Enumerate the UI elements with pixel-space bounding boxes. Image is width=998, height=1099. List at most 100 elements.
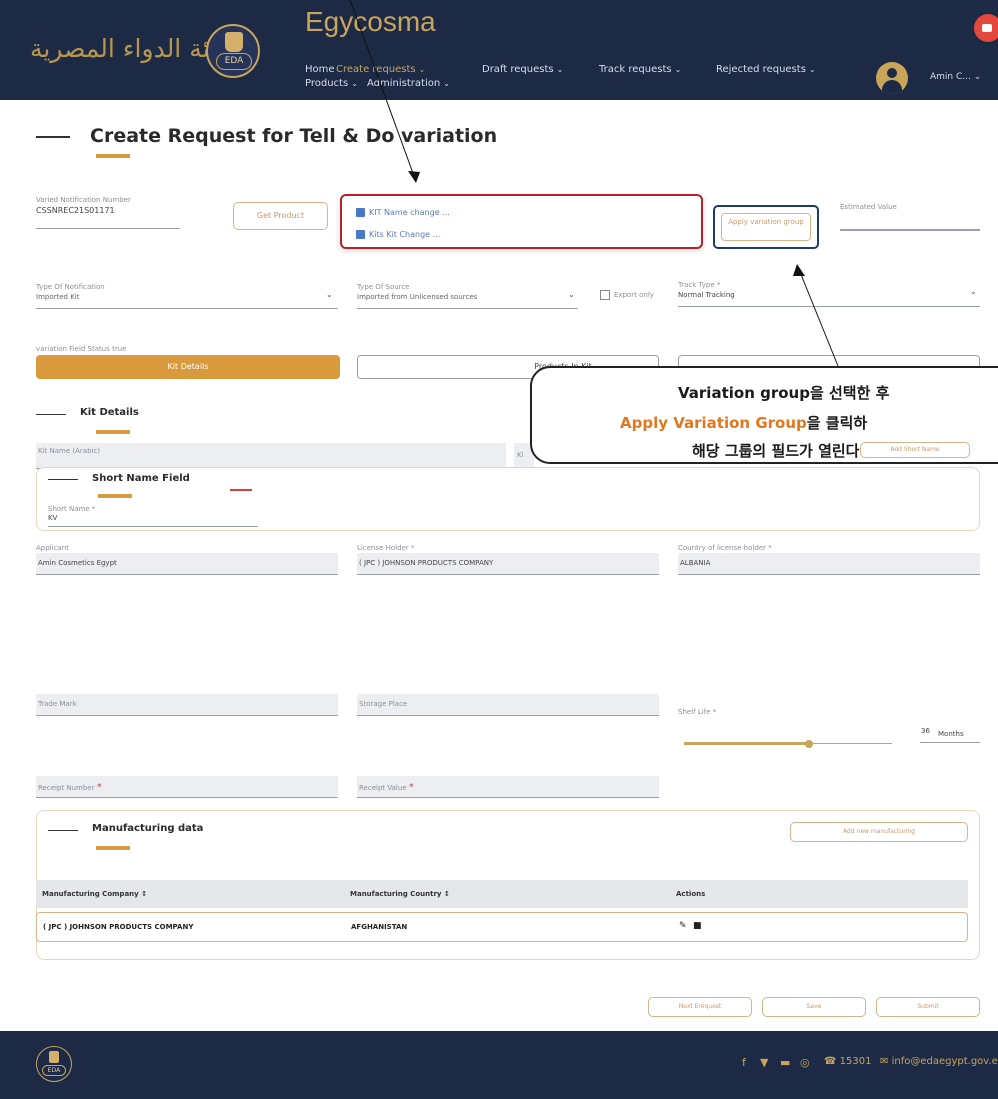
notification-badge	[982, 24, 992, 32]
shelf-life-unit: Months	[938, 730, 964, 738]
variation-status-label: variation Field Status true	[36, 345, 127, 353]
user-avatar-icon[interactable]	[876, 62, 908, 94]
title-decor-line	[36, 136, 70, 138]
country-value: ALBANIA	[680, 559, 711, 567]
app-title: Egycosma	[305, 6, 436, 37]
chevron-down-icon: ⌄	[443, 79, 450, 88]
track-type-select[interactable]	[678, 306, 980, 307]
nav-draft-requests[interactable]: Draft requests ⌄	[482, 64, 563, 75]
kit-details-title: Kit Details	[80, 407, 139, 418]
get-product-button[interactable]: Get Product	[233, 202, 328, 230]
applicant-field: Amin Cosmetics Egypt	[36, 553, 338, 575]
checkbox-checked-icon	[356, 208, 365, 217]
receipt-number-field[interactable]: Receipt Number *	[36, 776, 338, 798]
variation-option-kit-name[interactable]: KIT Name change ...	[356, 208, 450, 217]
nav-administration[interactable]: Administration ⌄	[367, 78, 450, 89]
manufacturing-decor-line	[48, 830, 78, 831]
storage-place-label: Storage Place	[359, 700, 408, 708]
kit-details-underline	[96, 430, 130, 434]
shelf-life-underline	[920, 742, 980, 743]
estimated-value-field[interactable]	[840, 200, 980, 230]
title-underline	[96, 154, 130, 158]
next-erequest-button[interactable]: Next Erequest	[648, 997, 752, 1017]
chevron-down-icon: ⌄	[351, 79, 358, 88]
table-row: ( JPC ) JOHNSON PRODUCTS COMPANY AFGHANI…	[36, 912, 968, 942]
receipt-value-label: Receipt Value *	[359, 782, 414, 793]
chevron-down-icon: ⌄	[674, 65, 682, 74]
storage-place-field[interactable]: Storage Place	[357, 694, 659, 716]
chevron-down-icon: ⌄	[970, 287, 977, 296]
chevron-down-icon: ⌄	[326, 290, 333, 299]
export-only-label: Export only	[614, 291, 654, 299]
estimated-value-underline	[840, 230, 980, 231]
license-holder-field[interactable]: ( JPC ) JOHNSON PRODUCTS COMPANY	[357, 553, 659, 575]
callout-line-2: Apply Variation Group을 클릭하	[620, 414, 868, 432]
notification-number-value: CSSNREC21S01171	[36, 206, 115, 215]
facebook-icon[interactable]: f	[742, 1056, 746, 1069]
kit-name-field[interactable]: Kit Name (Arabic)	[36, 443, 506, 469]
apply-variation-group-button[interactable]: Apply variation group	[721, 213, 811, 241]
twitter-icon[interactable]: ▼	[760, 1056, 768, 1069]
source-value: Imported from Unlicensed sources	[357, 293, 478, 301]
notification-number-underline	[36, 228, 180, 229]
chevron-down-icon: ⌄	[418, 65, 426, 74]
short-name-input[interactable]	[48, 526, 258, 527]
eda-emblem-logo: EDA	[206, 24, 260, 78]
column-header-country[interactable]: Manufacturing Country ↕	[350, 890, 450, 898]
youtube-icon[interactable]: ▬	[780, 1056, 790, 1069]
save-button[interactable]: Save	[762, 997, 866, 1017]
license-holder-label: License Holder *	[357, 544, 415, 552]
shelf-life-label: Shelf Life *	[678, 708, 717, 716]
type-of-notification-select[interactable]	[36, 308, 338, 309]
track-type-label: Track Type *	[678, 281, 721, 289]
column-header-company[interactable]: Manufacturing Company ↕	[42, 890, 147, 898]
variation-option-kits-change[interactable]: Kits Kit Change ...	[356, 230, 440, 239]
manufacturing-company-cell: ( JPC ) JOHNSON PRODUCTS COMPANY	[43, 923, 194, 931]
eagle-icon	[49, 1051, 59, 1063]
country-field[interactable]: ALBANIA	[678, 553, 980, 575]
type-of-notification-label: Type Of Notification	[36, 283, 105, 291]
export-only-checkbox[interactable]	[600, 290, 610, 300]
type-of-notification-value: Imported Kit	[36, 293, 80, 301]
user-menu[interactable]: Amin C... ⌄	[930, 72, 981, 82]
chevron-down-icon: ⌄	[556, 65, 564, 74]
apply-variation-highlight: Apply variation group	[713, 205, 819, 249]
eagle-icon	[225, 32, 243, 52]
applicant-label: Applicant	[36, 544, 69, 552]
country-label: Country of license holder *	[678, 544, 772, 552]
kit-name-en-label: Ki	[517, 451, 524, 459]
nav-track-requests[interactable]: Track requests ⌄	[599, 64, 681, 75]
shelf-life-value[interactable]: 36	[921, 727, 930, 735]
delete-icon[interactable]: ■	[693, 921, 702, 931]
page-title: Create Request for Tell & Do variation	[90, 125, 498, 147]
shelf-life-slider-handle[interactable]	[805, 740, 813, 748]
receipt-value-field[interactable]: Receipt Value *	[357, 776, 659, 798]
short-name-error-mark	[230, 489, 252, 491]
short-name-decor-line	[48, 479, 78, 480]
short-name-underline	[98, 494, 132, 498]
add-new-manufacturing-button[interactable]: Add new manufacturing	[790, 822, 968, 842]
receipt-number-label: Receipt Number *	[38, 782, 102, 793]
notification-bell-icon[interactable]	[974, 14, 998, 42]
source-select[interactable]	[357, 308, 578, 309]
add-short-name-button[interactable]: Add Short Name	[860, 442, 970, 458]
checkbox-checked-icon	[356, 230, 365, 239]
email-contact[interactable]: ✉ info@edaegypt.gov.eg	[880, 1056, 998, 1067]
kit-details-button[interactable]: Kit Details	[36, 355, 340, 379]
source-label: Type Of Source	[357, 283, 410, 291]
manufacturing-underline	[96, 846, 130, 850]
instagram-icon[interactable]: ◎	[800, 1056, 810, 1069]
nav-create-requests[interactable]: Create requests ⌄	[336, 64, 425, 75]
phone-contact[interactable]: ☎ 15301	[824, 1056, 871, 1067]
submit-button[interactable]: Submit	[876, 997, 980, 1017]
nav-home[interactable]: Home	[305, 64, 335, 75]
callout-line-1: Variation group을 선택한 후	[678, 384, 890, 402]
manufacturing-country-cell: AFGHANISTAN	[351, 923, 408, 931]
variation-group-select[interactable]: KIT Name change ... Kits Kit Change ...	[340, 194, 703, 249]
edit-icon[interactable]: ✎	[679, 921, 687, 931]
kit-details-decor-line	[36, 414, 66, 415]
nav-rejected-requests[interactable]: Rejected requests ⌄	[716, 64, 816, 75]
eda-arabic-logo: هيئة الدواء المصرية	[30, 34, 231, 63]
nav-products[interactable]: Products ⌄	[305, 78, 358, 89]
trade-mark-field[interactable]: Trade Mark	[36, 694, 338, 716]
